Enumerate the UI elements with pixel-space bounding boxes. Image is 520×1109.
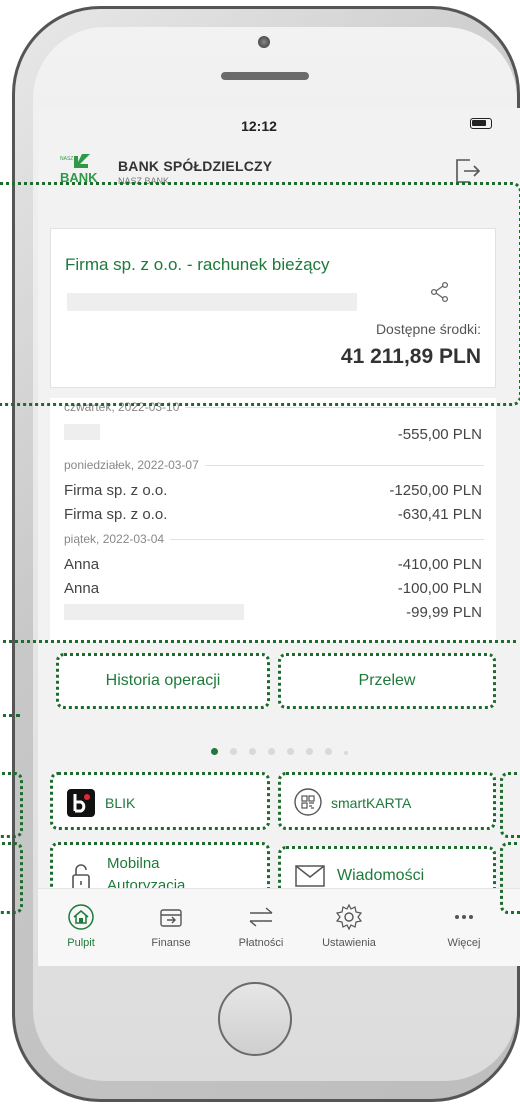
gear-icon bbox=[335, 903, 363, 931]
masked-name bbox=[64, 424, 100, 440]
page-dot[interactable] bbox=[305, 748, 313, 755]
qr-code-icon bbox=[294, 788, 322, 816]
transfer-button[interactable]: Przelew bbox=[278, 653, 496, 709]
transaction-date: piątek, 2022-03-04 bbox=[64, 532, 484, 546]
annotation-outline bbox=[0, 842, 23, 914]
masked-name bbox=[64, 604, 244, 620]
bottom-navigation: Pulpit Finanse Płatności Ustawienia Więc… bbox=[38, 888, 520, 966]
envelope-icon bbox=[295, 865, 325, 887]
wallet-icon bbox=[160, 909, 182, 927]
smartkarta-tile[interactable]: smartKARTA bbox=[278, 772, 496, 830]
nav-finanse[interactable]: Finanse bbox=[128, 903, 214, 949]
nav-label: Finanse bbox=[151, 937, 191, 949]
annotation-outline bbox=[500, 772, 520, 838]
blik-tile[interactable]: BLIK bbox=[50, 772, 270, 830]
nav-platnosci[interactable]: Płatności bbox=[218, 903, 304, 949]
status-time: 12:12 bbox=[241, 118, 277, 134]
page-dot[interactable] bbox=[248, 748, 256, 755]
more-icon bbox=[455, 915, 473, 919]
annotation-outline bbox=[500, 842, 520, 914]
account-annotation-outline bbox=[0, 182, 520, 406]
status-bar: 12:12 bbox=[38, 108, 520, 144]
messages-label: Wiadomości bbox=[337, 867, 425, 884]
blik-icon bbox=[67, 789, 95, 817]
nav-pulpit[interactable]: Pulpit bbox=[38, 903, 124, 949]
page-dot[interactable] bbox=[210, 748, 218, 755]
page-dot[interactable] bbox=[229, 748, 237, 755]
history-button[interactable]: Historia operacji bbox=[56, 653, 270, 709]
page-dot[interactable] bbox=[324, 748, 332, 755]
battery-icon bbox=[470, 118, 492, 129]
home-icon bbox=[68, 904, 94, 930]
front-camera bbox=[258, 36, 270, 48]
logo-small-text: NASZ bbox=[60, 156, 73, 162]
annotation-line bbox=[0, 714, 20, 717]
page-indicator bbox=[38, 742, 520, 760]
nav-label: Pulpit bbox=[67, 937, 95, 949]
transactions-list: czwartek, 2022-03-10 -555,00 PLN poniedz… bbox=[50, 398, 496, 642]
page-dot[interactable] bbox=[286, 748, 294, 755]
page-dot[interactable] bbox=[343, 751, 348, 755]
transfer-arrows-icon bbox=[249, 907, 273, 927]
bank-name: BANK SPÓŁDZIELCZY bbox=[118, 158, 273, 174]
bank-logo: NASZ BANK bbox=[60, 152, 104, 186]
page-dot[interactable] bbox=[267, 748, 275, 755]
nav-label: Płatności bbox=[238, 937, 284, 949]
blik-label: BLIK bbox=[105, 795, 136, 811]
nav-label: Więcej bbox=[447, 937, 481, 949]
earpiece-speaker bbox=[221, 72, 309, 80]
mobile-authorization-label-line1: Mobilna bbox=[107, 855, 160, 872]
nav-ustawienia[interactable]: Ustawienia bbox=[306, 903, 392, 949]
nav-label: Ustawienia bbox=[322, 937, 376, 949]
nav-wiecej[interactable]: Więcej bbox=[424, 903, 504, 949]
transaction-date: poniedziałek, 2022-03-07 bbox=[64, 458, 484, 472]
home-button[interactable] bbox=[218, 982, 292, 1056]
smartkarta-label: smartKARTA bbox=[331, 795, 412, 811]
annotation-line bbox=[0, 640, 516, 643]
annotation-outline bbox=[0, 772, 23, 838]
